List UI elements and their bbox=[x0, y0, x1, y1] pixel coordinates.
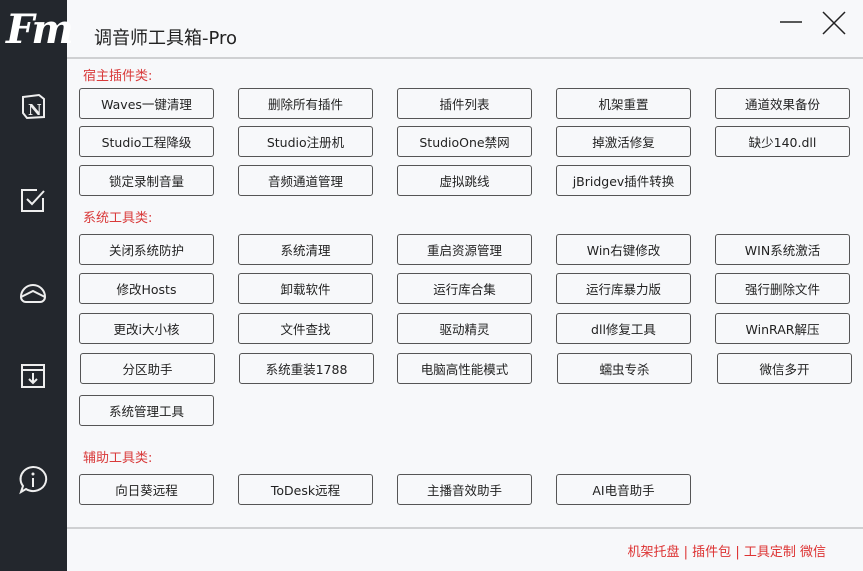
tool-button[interactable]: 运行库暴力版 bbox=[556, 273, 691, 304]
tool-button[interactable]: 系统清理 bbox=[238, 234, 373, 265]
tool-button[interactable]: 重启资源管理 bbox=[397, 234, 532, 265]
tool-button[interactable]: Waves一键清理 bbox=[79, 88, 214, 119]
app-title: 调音师工具箱-Pro bbox=[94, 28, 238, 49]
tool-button[interactable]: 卸载软件 bbox=[238, 273, 373, 304]
tool-button[interactable]: 向日葵远程 bbox=[79, 474, 214, 505]
footer-link-custom-wechat[interactable]: 工具定制 微信 bbox=[744, 545, 826, 560]
tool-button[interactable]: Studio工程降级 bbox=[79, 126, 214, 157]
tool-button[interactable]: AI电音助手 bbox=[556, 474, 691, 505]
separator: | bbox=[735, 545, 740, 560]
sidebar: Fm N bbox=[0, 0, 74, 571]
notion-icon[interactable]: N bbox=[17, 90, 49, 122]
tool-button[interactable]: 插件列表 bbox=[397, 88, 532, 119]
tool-button[interactable]: 主播音效助手 bbox=[397, 474, 532, 505]
tool-button[interactable]: jBridgev插件转换 bbox=[556, 165, 691, 196]
svg-text:N: N bbox=[28, 101, 42, 119]
tool-button[interactable]: 运行库合集 bbox=[397, 273, 532, 304]
footer-link-rack-tray[interactable]: 机架托盘 bbox=[627, 545, 679, 560]
tool-button[interactable]: 系统重装1788 bbox=[239, 353, 374, 384]
tool-button[interactable]: 通道效果备份 bbox=[715, 88, 850, 119]
footer-link-plugin-pack[interactable]: 插件包 bbox=[692, 545, 731, 560]
tool-button[interactable]: 掉激活修复 bbox=[556, 126, 691, 157]
tool-button[interactable]: 更改i大小核 bbox=[79, 313, 214, 344]
tool-button[interactable]: 音频通道管理 bbox=[238, 165, 373, 196]
separator: | bbox=[683, 545, 689, 560]
tool-button[interactable]: 关闭系统防护 bbox=[79, 234, 214, 265]
tool-button[interactable]: 系统管理工具 bbox=[79, 395, 214, 426]
checkbox-icon[interactable] bbox=[17, 184, 49, 216]
tool-button[interactable]: Win右键修改 bbox=[556, 234, 691, 265]
tool-button[interactable]: 分区助手 bbox=[80, 353, 215, 384]
tool-button[interactable]: Studio注册机 bbox=[238, 126, 373, 157]
tool-button[interactable]: 锁定录制音量 bbox=[79, 165, 214, 196]
tool-button[interactable]: 蠕虫专杀 bbox=[557, 353, 692, 384]
box-download-icon[interactable] bbox=[17, 360, 49, 392]
tool-button[interactable]: 驱动精灵 bbox=[397, 313, 532, 344]
tool-button[interactable]: 机架重置 bbox=[556, 88, 691, 119]
tool-button[interactable]: 微信多开 bbox=[717, 353, 852, 384]
tool-button[interactable]: 删除所有插件 bbox=[238, 88, 373, 119]
tool-button[interactable]: 文件查找 bbox=[238, 313, 373, 344]
tool-button[interactable]: WIN系统激活 bbox=[715, 234, 850, 265]
info-icon[interactable] bbox=[17, 464, 49, 496]
app-logo: Fm bbox=[6, 6, 74, 53]
tool-button[interactable]: ToDesk远程 bbox=[238, 474, 373, 505]
header-divider bbox=[67, 57, 863, 59]
cloud-icon[interactable] bbox=[17, 277, 49, 309]
tool-button[interactable]: StudioOne禁网 bbox=[397, 126, 532, 157]
tool-button[interactable]: WinRAR解压 bbox=[715, 313, 850, 344]
minimize-button[interactable] bbox=[776, 10, 806, 36]
tool-button[interactable]: 修改Hosts bbox=[79, 273, 214, 304]
tool-button[interactable]: 缺少140.dll bbox=[715, 126, 850, 157]
footer-divider bbox=[67, 527, 863, 529]
section-label: 宿主插件类: bbox=[83, 69, 153, 84]
footer-links: 机架托盘 | 插件包 | 工具定制 微信 bbox=[627, 541, 826, 560]
section-label: 辅助工具类: bbox=[83, 451, 153, 466]
close-button[interactable] bbox=[818, 10, 848, 36]
section-label: 系统工具类: bbox=[83, 211, 153, 226]
tool-button[interactable]: 虚拟跳线 bbox=[397, 165, 532, 196]
tool-button[interactable]: dll修复工具 bbox=[556, 313, 691, 344]
tool-button[interactable]: 电脑高性能模式 bbox=[397, 353, 532, 384]
tool-button[interactable]: 强行删除文件 bbox=[715, 273, 850, 304]
